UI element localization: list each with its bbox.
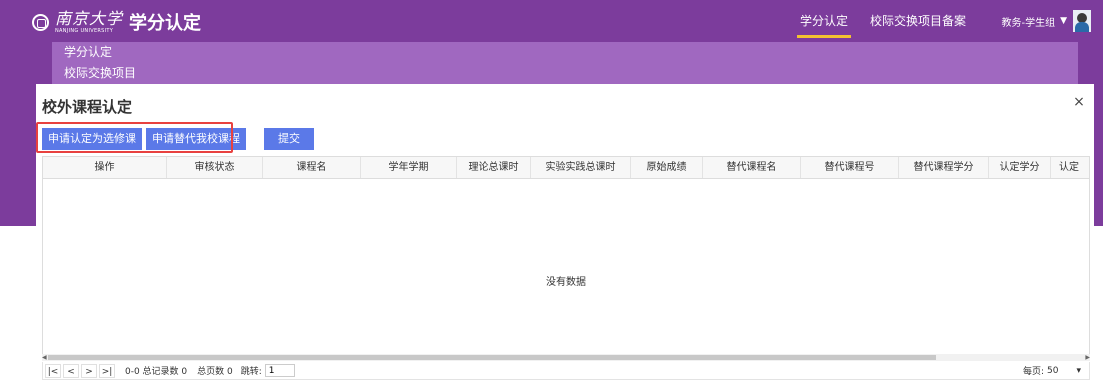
subnav-credit-recognition[interactable]: 学分认定 (52, 42, 1078, 63)
column-header[interactable]: 学年学期 (361, 157, 457, 178)
subnav-exchange-program[interactable]: 校际交换项目 (52, 63, 1078, 84)
page-size-select[interactable]: 50 ▾ (1047, 364, 1081, 377)
column-header[interactable]: 审核状态 (167, 157, 263, 178)
column-header[interactable]: 替代课程学分 (899, 157, 989, 178)
page-size: 每页: 50 ▾ (1022, 364, 1081, 378)
scroll-right-icon[interactable]: ▶ (1085, 354, 1090, 361)
user-name: 教务-学生组 (1001, 17, 1056, 29)
external-course-modal: 校外课程认定 × 申请认定为选修课 申请替代我校课程 提交 操作 审核状态 课程… (36, 84, 1094, 380)
column-header[interactable]: 原始成绩 (631, 157, 703, 178)
pagination: |< < > >| 0-0 总记录数 0 总页数 0 跳转: 每页: 50 ▾ (42, 362, 1090, 380)
submit-button[interactable]: 提交 (264, 128, 314, 150)
page-size-value: 50 (1047, 365, 1059, 376)
course-table: 操作 审核状态 课程名 学年学期 理论总课时 实验实践总课时 原始成绩 替代课程… (42, 156, 1090, 361)
column-header[interactable]: 实验实践总课时 (531, 157, 631, 178)
scroll-left-icon[interactable]: ◀ (42, 354, 47, 361)
scrollbar-thumb[interactable] (48, 355, 936, 360)
university-name-cn: 南京大学 (55, 9, 124, 28)
horizontal-scrollbar[interactable]: ◀ ▶ (42, 354, 1090, 361)
table-body: 没有数据 (43, 179, 1089, 354)
column-header[interactable]: 替代课程名 (703, 157, 801, 178)
last-page-button[interactable]: >| (99, 363, 115, 378)
page-size-label: 每页: (1022, 367, 1044, 377)
next-page-button[interactable]: > (81, 363, 97, 378)
prev-page-button[interactable]: < (63, 363, 79, 378)
top-bar: 南京大学 NANJING UNIVERSITY 学分认定 学分认定 校际交换项目… (0, 0, 1103, 42)
jump-input[interactable] (264, 364, 295, 377)
column-header[interactable]: 课程名 (263, 157, 361, 178)
nav-exchange-program[interactable]: 校际交换项目备案 (859, 0, 977, 42)
avatar[interactable] (1073, 10, 1091, 32)
column-header[interactable]: 理论总课时 (457, 157, 531, 178)
chevron-down-icon: ▾ (1076, 365, 1081, 376)
caret-down-icon: ▼ (1060, 16, 1067, 26)
first-page-button[interactable]: |< (45, 363, 61, 378)
apply-elective-button[interactable]: 申请认定为选修课 (42, 128, 142, 150)
apply-substitute-button[interactable]: 申请替代我校课程 (146, 128, 246, 150)
close-icon[interactable]: × (1072, 94, 1086, 110)
column-header[interactable]: 操作 (43, 157, 167, 178)
page-count: 总页数 0 (197, 367, 233, 377)
column-header[interactable]: 认定学分 (989, 157, 1051, 178)
column-header[interactable]: 认定 (1051, 157, 1089, 178)
empty-message: 没有数据 (546, 277, 586, 288)
sub-nav: 学分认定 校际交换项目 (52, 42, 1078, 84)
record-count: 0-0 总记录数 0 (125, 367, 188, 377)
university-logo[interactable]: 南京大学 NANJING UNIVERSITY 学分认定 (32, 8, 201, 36)
jump-label: 跳转: (240, 367, 262, 377)
nav-credit-recognition[interactable]: 学分认定 (789, 0, 859, 42)
table-header: 操作 审核状态 课程名 学年学期 理论总课时 实验实践总课时 原始成绩 替代课程… (43, 157, 1089, 179)
seal-icon (32, 13, 49, 31)
top-nav: 学分认定 校际交换项目备案 (789, 0, 977, 42)
system-name: 学分认定 (129, 13, 202, 34)
page-jump: 跳转: (241, 364, 295, 377)
column-header[interactable]: 替代课程号 (801, 157, 899, 178)
toolbar: 申请认定为选修课 申请替代我校课程 提交 (36, 122, 318, 153)
modal-title: 校外课程认定 (42, 98, 133, 116)
user-menu[interactable]: 教务-学生组 ▼ (1001, 10, 1091, 32)
university-name-en: NANJING UNIVERSITY (55, 28, 114, 34)
